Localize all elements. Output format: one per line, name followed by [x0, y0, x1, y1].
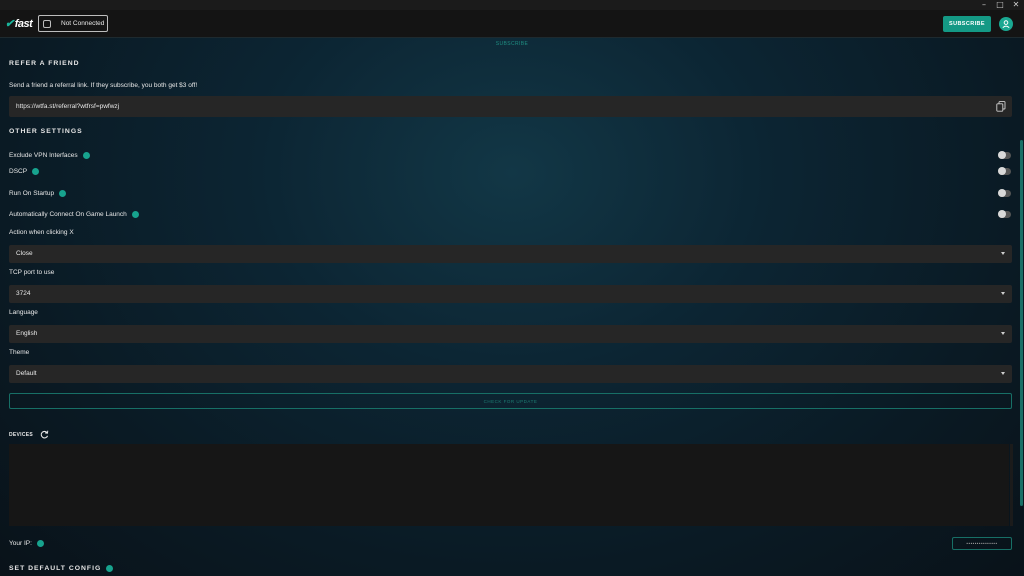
- refer-description: Send a friend a referral link. If they s…: [9, 82, 198, 89]
- user-icon: [1002, 20, 1010, 28]
- info-icon[interactable]: [82, 152, 90, 159]
- info-icon[interactable]: [106, 565, 114, 572]
- maximize-button[interactable]: □: [992, 0, 1008, 10]
- action-x-label: Action when clicking X: [9, 229, 74, 236]
- language-label: Language: [9, 309, 38, 316]
- copy-icon[interactable]: [996, 101, 1006, 112]
- check-update-button[interactable]: CHECK FOR UPDATE: [9, 393, 1012, 409]
- close-button[interactable]: ✕: [1008, 0, 1024, 10]
- dscp-label: DSCP: [9, 168, 28, 175]
- ip-value-field[interactable]: •••••••••••••••: [952, 537, 1012, 550]
- refer-friend-title: REFER A FRIEND: [9, 60, 80, 67]
- toggle-row-exclude-vpn: Exclude VPN Interfaces: [9, 150, 1012, 162]
- info-icon[interactable]: [59, 190, 67, 197]
- tcp-port-select[interactable]: 3724: [9, 285, 1012, 303]
- theme-value: Default: [16, 370, 37, 377]
- theme-label: Theme: [9, 349, 30, 356]
- tcp-port-value: 3724: [16, 290, 31, 297]
- subscribe-button[interactable]: SUBSCRIBE: [943, 16, 991, 32]
- default-config-title: SET DEFAULT CONFIG: [9, 565, 102, 572]
- toggle-row-auto-connect: Automatically Connect On Game Launch: [9, 209, 1012, 221]
- account-avatar-button[interactable]: [999, 17, 1013, 31]
- auto-connect-toggle[interactable]: [998, 210, 1011, 218]
- app-logo: ✔fast: [5, 17, 33, 30]
- tcp-port-label: TCP port to use: [9, 269, 55, 276]
- subscribe-link[interactable]: SUBSCRIBE: [0, 41, 1024, 47]
- connection-checkbox-icon: [43, 19, 51, 28]
- run-on-startup-toggle[interactable]: [998, 189, 1011, 197]
- referral-link-field[interactable]: https://wtfa.st/referral?wtfrsf=pwfwzj: [9, 96, 1012, 117]
- info-icon[interactable]: [36, 540, 44, 547]
- devices-header: DEVICES: [9, 430, 49, 439]
- chevron-down-icon: [1001, 372, 1005, 375]
- dscp-toggle[interactable]: [998, 167, 1011, 175]
- language-value: English: [16, 330, 38, 337]
- info-icon[interactable]: [32, 168, 40, 175]
- auto-connect-label: Automatically Connect On Game Launch: [9, 211, 127, 218]
- toggle-row-dscp: DSCP: [9, 166, 1012, 178]
- logo-text: fast: [14, 18, 33, 30]
- devices-title: DEVICES: [9, 431, 34, 438]
- devices-list: [9, 444, 1009, 526]
- logo-check-icon: ✔: [5, 18, 14, 30]
- default-config-header: SET DEFAULT CONFIG: [9, 565, 114, 572]
- run-on-startup-label: Run On Startup: [9, 190, 55, 197]
- window-titlebar: – □ ✕: [0, 0, 1024, 10]
- connection-status-button[interactable]: Not Connected: [38, 15, 108, 32]
- exclude-vpn-label: Exclude VPN Interfaces: [9, 152, 78, 159]
- theme-select[interactable]: Default: [9, 365, 1012, 383]
- referral-link-value: https://wtfa.st/referral?wtfrsf=pwfwzj: [16, 103, 120, 110]
- other-settings-title: OTHER SETTINGS: [9, 128, 83, 135]
- minimize-button[interactable]: –: [976, 0, 992, 10]
- chevron-down-icon: [1001, 332, 1005, 335]
- your-ip-row: Your IP:: [9, 540, 44, 547]
- info-icon[interactable]: [131, 211, 139, 218]
- exclude-vpn-toggle[interactable]: [998, 151, 1011, 159]
- your-ip-label: Your IP:: [9, 540, 32, 547]
- connection-status-label: Not Connected: [61, 20, 105, 27]
- action-x-value: Close: [16, 250, 33, 257]
- language-select[interactable]: English: [9, 325, 1012, 343]
- action-x-select[interactable]: Close: [9, 245, 1012, 263]
- toggle-row-run-on-startup: Run On Startup: [9, 188, 1012, 200]
- main-scrollbar[interactable]: [1020, 140, 1023, 506]
- refresh-icon[interactable]: [40, 430, 49, 439]
- chevron-down-icon: [1001, 252, 1005, 255]
- app-header: ✔fast Not Connected SUBSCRIBE: [0, 10, 1024, 38]
- chevron-down-icon: [1001, 292, 1005, 295]
- devices-scrollbar[interactable]: [1010, 444, 1013, 526]
